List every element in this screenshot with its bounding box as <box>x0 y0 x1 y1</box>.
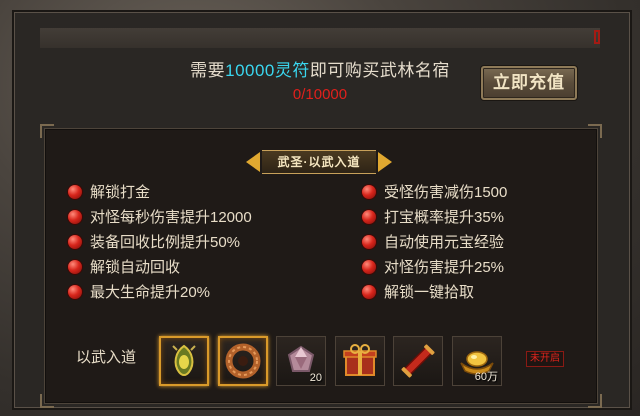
red-bullet-icon <box>68 260 82 274</box>
benefit-item: 解锁打金 <box>68 180 252 205</box>
scroll-icon <box>401 344 435 378</box>
requirement-suffix: 即可购买武林名宿 <box>309 61 450 80</box>
panel-corner <box>588 124 602 138</box>
benefit-text: 受怪伤害减伤1500 <box>384 184 508 201</box>
top-strip <box>40 28 600 48</box>
benefit-text: 对怪每秒伤害提升12000 <box>90 209 252 226</box>
benefit-text: 最大生命提升20% <box>90 284 211 301</box>
benefit-text: 对怪伤害提升25% <box>384 259 505 276</box>
reward-slot-amulet[interactable] <box>159 336 209 386</box>
red-bullet-icon <box>362 260 376 274</box>
benefit-item: 最大生命提升20% <box>68 280 252 305</box>
jade-amulet-icon <box>172 344 196 376</box>
benefit-text: 解锁打金 <box>90 184 151 201</box>
benefit-item: 自动使用元宝经验 <box>362 230 507 255</box>
benefit-item: 解锁自动回收 <box>68 255 252 280</box>
benefit-text: 打宝概率提升35% <box>384 209 505 226</box>
banner-title: 武圣·以武入道 <box>262 150 376 174</box>
bronze-ring-icon <box>225 343 261 379</box>
recharge-button[interactable]: 立即充值 <box>481 66 577 100</box>
red-bullet-icon <box>68 285 82 299</box>
red-bullet-icon <box>362 235 376 249</box>
red-bullet-icon <box>68 210 82 224</box>
red-bullet-icon <box>362 210 376 224</box>
item-count: 20 <box>309 372 322 384</box>
benefit-text: 装备回收比例提升50% <box>90 234 241 251</box>
reward-items-label: 以武入道 <box>76 349 137 366</box>
arrow-right-icon <box>378 152 392 172</box>
benefit-text: 解锁自动回收 <box>90 259 181 276</box>
panel-corner <box>40 124 54 138</box>
close-marker-icon[interactable] <box>594 30 600 44</box>
item-count: 60万 <box>474 371 498 383</box>
benefit-item: 对怪伤害提升25% <box>362 255 507 280</box>
benefit-item: 受怪伤害减伤1500 <box>362 180 507 205</box>
panel-corner <box>588 394 602 408</box>
reward-slot-gold[interactable]: 60万 <box>452 336 502 386</box>
panel-corner <box>40 394 54 408</box>
benefit-item: 装备回收比例提升50% <box>68 230 252 255</box>
benefit-item: 打宝概率提升35% <box>362 205 507 230</box>
title-banner: 武圣·以武入道 <box>244 150 394 174</box>
gift-box-icon <box>343 344 377 376</box>
benefits-list-right: 受怪伤害减伤1500 打宝概率提升35% 自动使用元宝经验 对怪伤害提升25% … <box>362 180 507 305</box>
reward-slot-gem[interactable]: 20 <box>276 336 326 386</box>
benefit-text: 解锁一键拾取 <box>384 284 475 301</box>
benefits-list-left: 解锁打金 对怪每秒伤害提升12000 装备回收比例提升50% 解锁自动回收 最大… <box>68 180 252 305</box>
arrow-left-icon <box>246 152 260 172</box>
reward-slot-gift[interactable] <box>335 336 385 386</box>
status-badge: 未开启 <box>526 351 564 367</box>
red-bullet-icon <box>362 185 376 199</box>
red-bullet-icon <box>68 185 82 199</box>
requirement-amount: 10000灵符 <box>225 61 310 80</box>
red-bullet-icon <box>68 235 82 249</box>
reward-slot-ring[interactable] <box>218 336 268 386</box>
reward-slot-scroll[interactable] <box>393 336 443 386</box>
benefit-item: 解锁一键拾取 <box>362 280 507 305</box>
benefit-text: 自动使用元宝经验 <box>384 234 505 251</box>
benefit-item: 对怪每秒伤害提升12000 <box>68 205 252 230</box>
red-bullet-icon <box>362 285 376 299</box>
requirement-prefix: 需要 <box>190 61 226 80</box>
